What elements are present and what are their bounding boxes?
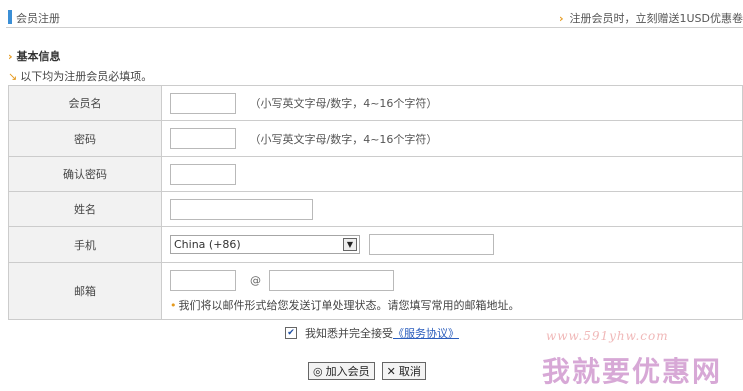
join-button[interactable]: ◎ 加入会员 xyxy=(308,362,375,380)
member-name-label: 会员名 xyxy=(8,85,162,121)
email-domain-input[interactable] xyxy=(269,269,394,291)
email-note: • 我们将以邮件形式给您发送订单处理状态。请您填写常用的邮箱地址。 xyxy=(170,297,742,313)
password-input[interactable] xyxy=(170,128,236,149)
chevron-right-icon: › xyxy=(558,12,564,25)
promo-text: 注册会员时，立刻赠送1USD优惠卷 xyxy=(569,12,743,25)
mobile-input[interactable] xyxy=(368,234,494,255)
form-row-email: 邮箱 @ • 我们将以邮件形式给您发送订单处理状态。请您填写常用的邮箱地址。 xyxy=(8,262,743,320)
full-name-label: 姓名 xyxy=(8,191,162,227)
target-icon: ◎ xyxy=(313,364,323,378)
email-label: 邮箱 xyxy=(8,262,162,320)
watermark-url: www.591yhw.com xyxy=(546,329,669,343)
watermark-logo: 我就要优惠网 xyxy=(542,355,723,388)
form-row-full-name: 姓名 xyxy=(8,191,743,227)
member-name-input[interactable] xyxy=(170,92,236,114)
registration-form: 会员名 （小写英文字母/数字，4~16个字符） 密码 （小写英文字母/数字，4~… xyxy=(8,85,743,320)
page-title: 会员注册 xyxy=(16,12,60,25)
form-row-password: 密码 （小写英文字母/数字，4~16个字符） xyxy=(8,120,743,157)
service-agreement-link[interactable]: 《服务协议》 xyxy=(393,325,459,341)
agreement-row: ✔ 我知悉并完全接受 《服务协议》 xyxy=(285,325,459,341)
close-icon: ✕ xyxy=(386,364,396,378)
agreement-checkbox[interactable]: ✔ xyxy=(285,327,297,339)
section-title-text: 基本信息 xyxy=(16,50,61,63)
cancel-button-label: 取消 xyxy=(398,365,421,378)
password-label: 密码 xyxy=(8,120,162,157)
header-marker xyxy=(8,10,12,24)
form-row-confirm-password: 确认密码 xyxy=(8,156,743,192)
corner-arrow-icon: ↘ xyxy=(8,70,18,83)
confirm-password-input[interactable] xyxy=(170,163,236,185)
at-sign: @ xyxy=(250,273,261,287)
country-code-value: China (+86) xyxy=(174,238,241,251)
join-button-label: 加入会员 xyxy=(325,365,370,378)
form-row-member-name: 会员名 （小写英文字母/数字，4~16个字符） xyxy=(8,85,743,121)
password-hint: （小写英文字母/数字，4~16个字符） xyxy=(249,132,438,146)
required-note-text: 以下均为注册会员必填项。 xyxy=(20,70,153,83)
section-title: › 基本信息 xyxy=(8,48,61,64)
promo-banner: › 注册会员时，立刻赠送1USD优惠卷 xyxy=(559,10,743,26)
confirm-password-label: 确认密码 xyxy=(8,156,162,192)
bullet-icon: • xyxy=(170,298,177,312)
action-buttons: ◎ 加入会员 ✕ 取消 xyxy=(308,362,426,380)
chevron-right-icon: › xyxy=(8,50,13,63)
required-note: ↘ 以下均为注册会员必填项。 xyxy=(8,68,152,84)
member-name-hint: （小写英文字母/数字，4~16个字符） xyxy=(249,97,438,110)
form-row-mobile: 手机 China (+86) ▼ xyxy=(8,226,743,263)
full-name-input[interactable] xyxy=(170,198,313,220)
header-bar: 会员注册 › 注册会员时，立刻赠送1USD优惠卷 xyxy=(6,6,743,28)
country-code-select[interactable]: China (+86) ▼ xyxy=(170,235,360,254)
email-note-text: 我们将以邮件形式给您发送订单处理状态。请您填写常用的邮箱地址。 xyxy=(178,298,520,312)
email-user-input[interactable] xyxy=(170,269,236,291)
agreement-text: 我知悉并完全接受 xyxy=(305,327,393,340)
chevron-down-icon[interactable]: ▼ xyxy=(343,238,357,251)
mobile-label: 手机 xyxy=(8,226,162,263)
cancel-button[interactable]: ✕ 取消 xyxy=(381,362,426,380)
